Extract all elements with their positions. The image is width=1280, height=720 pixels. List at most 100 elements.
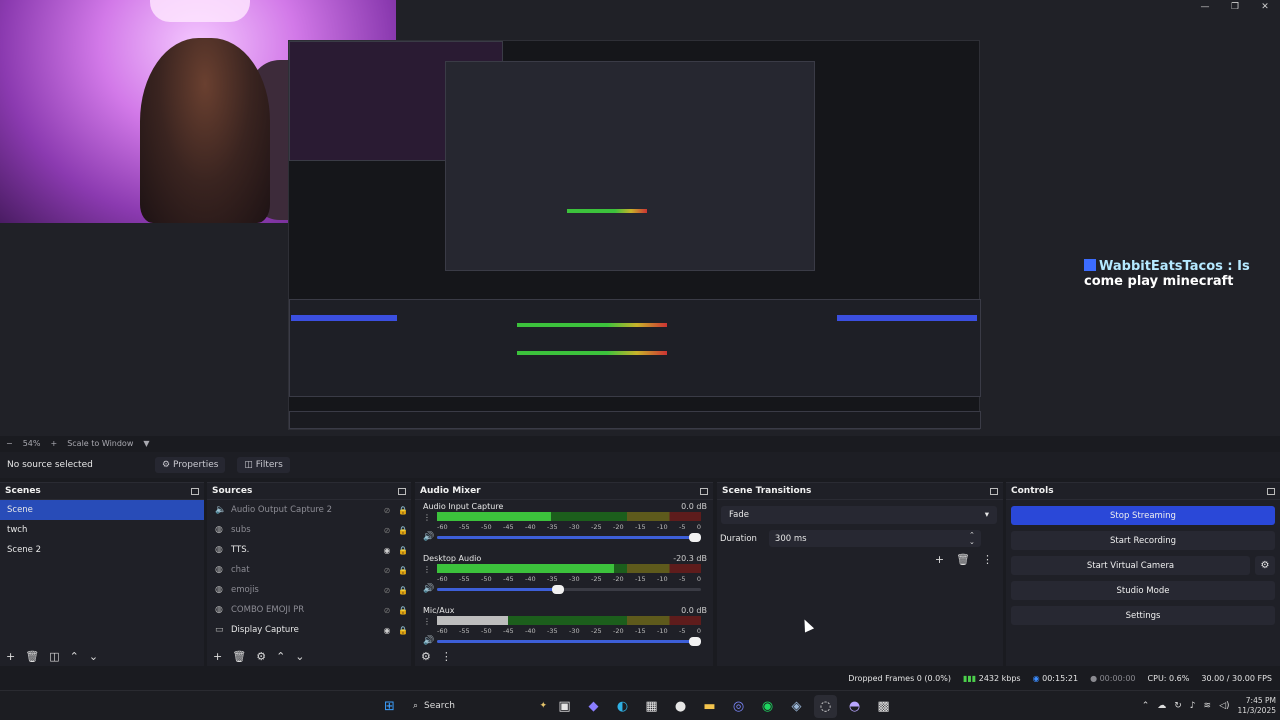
eye-hidden-icon[interactable]: ⊘ (379, 526, 395, 535)
trash-icon[interactable]: 🗑 (25, 650, 39, 663)
clock[interactable]: 7:45 PM 11/3/2025 (1238, 696, 1276, 716)
volume-icon[interactable]: ◁) (1219, 701, 1229, 711)
eye-hidden-icon[interactable]: ⊘ (379, 506, 395, 515)
gear-icon[interactable]: ⚙ (1255, 556, 1275, 575)
more-icon[interactable]: ⋮ (441, 650, 452, 663)
eye-hidden-icon[interactable]: ⊘ (379, 606, 395, 615)
zoom-in-icon[interactable]: + (50, 439, 57, 448)
source-item[interactable]: ◍ emojis ⊘ 🔒 (207, 580, 411, 600)
messenger-icon[interactable]: ◓ (843, 695, 866, 718)
chevron-up-icon[interactable]: ⌃ (276, 650, 285, 663)
store-icon[interactable]: ▦ (640, 695, 663, 718)
source-item[interactable]: ◍ chat ⊘ 🔒 (207, 560, 411, 580)
task-view-icon[interactable]: ▣ (553, 695, 576, 718)
tray-overflow-icon[interactable]: ⌃ (1142, 701, 1150, 711)
scene-item[interactable]: twch (0, 520, 204, 540)
volume-slider-knob[interactable] (689, 533, 701, 542)
channel-menu-icon[interactable]: ⋮ (423, 617, 431, 626)
undock-icon[interactable] (191, 487, 199, 495)
chevron-up-icon[interactable]: ⌃ (70, 650, 79, 663)
minimize-button[interactable]: — (1190, 0, 1220, 14)
volume-slider-knob[interactable] (689, 637, 701, 646)
lock-icon[interactable]: 🔒 (395, 626, 411, 635)
stop-streaming-button[interactable]: Stop Streaming (1011, 506, 1275, 525)
gear-icon[interactable]: ⚙ (256, 650, 266, 663)
trash-icon[interactable]: 🗑 (232, 650, 246, 663)
settings-button[interactable]: Settings (1011, 606, 1275, 625)
zoom-dropdown-icon[interactable]: ▼ (143, 439, 149, 448)
media-icon[interactable]: ▩ (872, 695, 895, 718)
speaker-icon[interactable]: 🔊 (423, 532, 434, 542)
source-item[interactable]: ◍ COMBO EMOJI PR ⊘ 🔒 (207, 600, 411, 620)
add-icon[interactable]: + (6, 650, 15, 663)
edge-icon[interactable]: ◐ (611, 695, 634, 718)
mic-icon[interactable]: ♪ (1190, 701, 1196, 711)
add-icon[interactable]: + (935, 553, 944, 566)
volume-slider[interactable] (437, 533, 701, 542)
source-item[interactable]: ◍ subs ⊘ 🔒 (207, 520, 411, 540)
trash-icon[interactable]: 🗑 (956, 553, 970, 566)
wifi-icon[interactable]: ≋ (1204, 701, 1212, 711)
maximize-button[interactable]: ❐ (1220, 0, 1250, 14)
app-icon[interactable]: ● (669, 695, 692, 718)
file-explorer-icon[interactable]: ▬ (698, 695, 721, 718)
discord-icon[interactable]: ◎ (727, 695, 750, 718)
obs-icon[interactable]: ◌ (814, 694, 837, 718)
copilot-icon[interactable]: ◆ (582, 695, 605, 718)
start-recording-button[interactable]: Start Recording (1011, 531, 1275, 550)
eye-hidden-icon[interactable]: ⊘ (379, 566, 395, 575)
undock-icon[interactable] (990, 487, 998, 495)
add-icon[interactable]: + (213, 650, 222, 663)
chevron-down-icon[interactable]: ⌄ (89, 650, 98, 663)
start-virtual-camera-button[interactable]: Start Virtual Camera (1011, 556, 1250, 575)
eye-hidden-icon[interactable]: ⊘ (379, 586, 395, 595)
update-icon[interactable]: ↻ (1174, 701, 1182, 711)
windows-start-icon[interactable]: ⊞ (378, 695, 401, 718)
source-item[interactable]: ◍ TTS. ◉ 🔒 (207, 540, 411, 560)
steam-icon[interactable]: ◈ (785, 695, 808, 718)
eye-icon[interactable]: ◉ (379, 546, 395, 555)
chevron-down-icon[interactable]: ⌄ (295, 650, 304, 663)
cpu-usage: CPU: 0.6% (1147, 673, 1190, 683)
properties-button[interactable]: ⚙ Properties (155, 457, 226, 473)
meter-tick-label: -15 (635, 575, 646, 583)
channel-menu-icon[interactable]: ⋮ (423, 513, 431, 522)
source-item[interactable]: ▭ Display Capture ◉ 🔒 (207, 620, 411, 640)
filter-icon[interactable]: ◫ (49, 650, 59, 663)
dropped-frames: Dropped Frames 0 (0.0%) (848, 673, 951, 683)
spin-icon[interactable]: ⌃ ⌄ (969, 531, 975, 546)
cloud-icon[interactable]: ☁ (1157, 701, 1166, 711)
source-item[interactable]: 🔈 Audio Output Capture 2 ⊘ 🔒 (207, 500, 411, 520)
lock-icon[interactable]: 🔒 (395, 546, 411, 555)
scene-item[interactable]: Scene 2 (0, 540, 204, 560)
lock-icon[interactable]: 🔒 (395, 506, 411, 515)
lock-icon[interactable]: 🔒 (395, 566, 411, 575)
lock-icon[interactable]: 🔒 (395, 606, 411, 615)
undock-icon[interactable] (700, 487, 708, 495)
lock-icon[interactable]: 🔒 (395, 526, 411, 535)
transition-select[interactable]: Fade ▾ (721, 506, 997, 524)
undock-icon[interactable] (1267, 487, 1275, 495)
more-icon[interactable]: ⋮ (982, 553, 993, 566)
preview-canvas[interactable]: WabbitEatsTacos : Is come play minecraft (0, 0, 1280, 436)
scene-item[interactable]: Scene (0, 500, 204, 520)
zoom-out-icon[interactable]: − (6, 439, 13, 448)
speaker-icon[interactable]: 🔊 (423, 584, 434, 594)
volume-slider[interactable] (437, 585, 701, 594)
taskbar-search[interactable]: ⌕ Search ✦ (407, 695, 547, 718)
spotify-icon[interactable]: ◉ (756, 695, 779, 718)
undock-icon[interactable] (398, 487, 406, 495)
filters-button[interactable]: ◫ Filters (237, 457, 290, 473)
speaker-icon[interactable]: 🔊 (423, 636, 434, 646)
close-button[interactable]: ✕ (1250, 0, 1280, 14)
volume-slider-knob[interactable] (551, 585, 564, 594)
lock-icon[interactable]: 🔒 (395, 586, 411, 595)
studio-mode-button[interactable]: Studio Mode (1011, 581, 1275, 600)
meter-tick-label: -5 (679, 575, 686, 583)
duration-input[interactable]: 300 ms ⌃ ⌄ (768, 530, 981, 547)
eye-icon[interactable]: ◉ (379, 626, 395, 635)
channel-menu-icon[interactable]: ⋮ (423, 565, 431, 574)
zoom-mode[interactable]: Scale to Window (67, 439, 133, 448)
volume-slider[interactable] (437, 637, 701, 646)
gear-icon[interactable]: ⚙ (421, 650, 431, 663)
